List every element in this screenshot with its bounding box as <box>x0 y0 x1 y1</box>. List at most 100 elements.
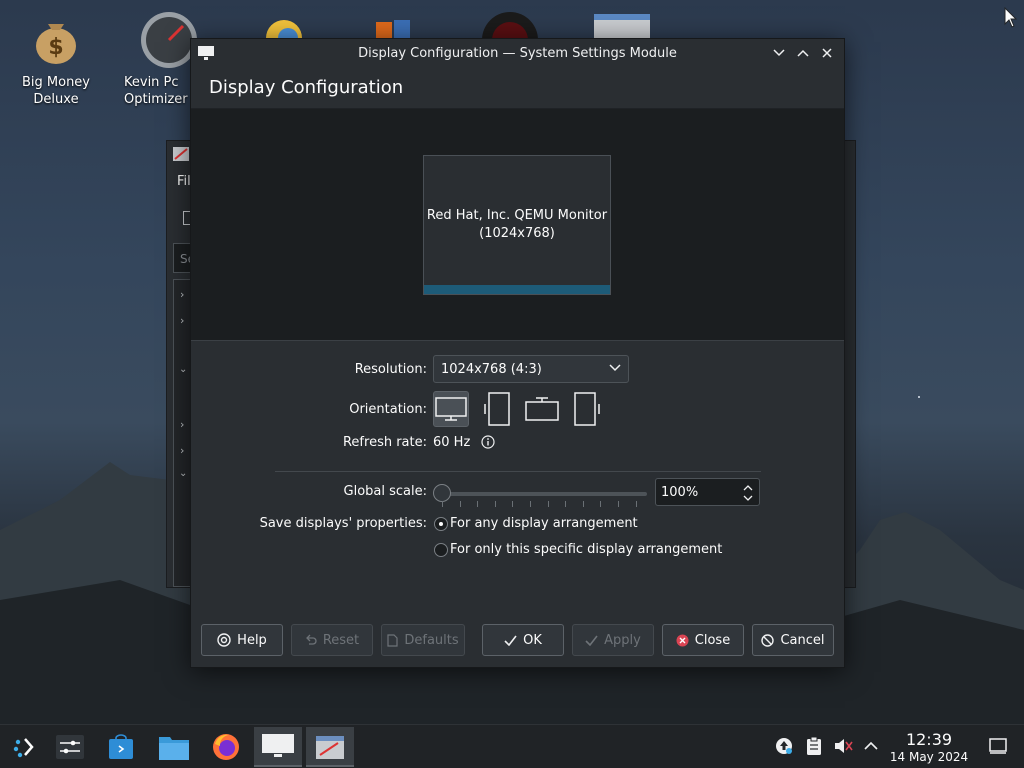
monitor-name: Red Hat, Inc. QEMU Monitor <box>426 208 608 223</box>
store-bag-icon <box>109 734 133 759</box>
cancel-button-label: Cancel <box>780 632 825 648</box>
global-scale-value: 100% <box>661 484 699 500</box>
slider-tick <box>565 501 567 507</box>
radio-any-arrangement[interactable] <box>434 517 448 531</box>
slider-handle[interactable] <box>433 484 451 502</box>
close-button-label: Close <box>694 632 731 648</box>
chevron-right-icon[interactable]: › <box>180 418 184 431</box>
button-row: Help Reset Defaults OK Apply Close Cance… <box>191 617 844 667</box>
help-button[interactable]: Help <box>201 624 283 656</box>
monitor-landscape-icon <box>435 397 467 421</box>
slider-tick <box>477 501 479 507</box>
update-notifier-icon[interactable] <box>773 735 795 757</box>
defaults-button[interactable]: Defaults <box>381 624 465 656</box>
slider-tick <box>530 501 531 507</box>
separator <box>275 471 761 472</box>
spin-arrows-icon[interactable] <box>742 482 754 504</box>
settings-form: Resolution: 1024x768 (4:3) Orientation: … <box>191 341 844 617</box>
gauge-icon <box>139 10 197 68</box>
show-desktop-icon[interactable] <box>987 735 1009 757</box>
slider-tick <box>547 501 549 507</box>
page-title: Display Configuration <box>209 77 404 98</box>
page-header: Display Configuration <box>191 67 844 109</box>
resolution-label: Resolution: <box>354 362 427 377</box>
chevron-down-icon <box>773 49 785 57</box>
save-properties-label: Save displays' properties: <box>259 516 427 531</box>
monitor-primary-bar <box>424 285 610 294</box>
money-bag-icon: $ <box>28 10 84 66</box>
maximize-button[interactable] <box>794 44 812 62</box>
file-manager-taskbar-button[interactable] <box>150 727 198 767</box>
monitor-tile[interactable]: Red Hat, Inc. QEMU Monitor (1024x768) <box>423 155 611 295</box>
window-title: Display Configuration — System Settings … <box>358 45 677 61</box>
slider-tick <box>442 501 443 507</box>
global-scale-slider[interactable] <box>441 492 647 496</box>
monitor-icon <box>262 734 294 757</box>
svg-text:$: $ <box>48 35 63 60</box>
orientation-landscape-button[interactable] <box>433 391 469 427</box>
desktop-icon-big-money[interactable]: $ Big Money Deluxe <box>11 10 101 108</box>
slider-tick <box>459 501 461 507</box>
orientation-label: Orientation: <box>349 402 427 417</box>
minimize-button[interactable] <box>770 44 788 62</box>
help-button-label: Help <box>237 632 267 648</box>
chevron-right-icon[interactable]: › <box>180 314 184 327</box>
slider-tick <box>512 501 514 507</box>
mouse-pointer-icon <box>1004 7 1018 28</box>
ok-button[interactable]: OK <box>482 624 564 656</box>
firefox-icon <box>213 734 239 760</box>
resolution-combobox[interactable]: 1024x768 (4:3) <box>433 355 629 383</box>
close-button[interactable]: Close <box>662 624 744 656</box>
volume-muted-icon[interactable] <box>832 735 854 757</box>
reset-button-label: Reset <box>322 632 360 648</box>
chevron-up-icon[interactable] <box>860 735 882 757</box>
monitor-icon <box>197 45 215 65</box>
chevron-up-icon <box>797 49 809 57</box>
radio-specific-arrangement-label[interactable]: For only this specific display arrangeme… <box>450 542 722 557</box>
cancel-icon <box>761 633 775 647</box>
close-circle-icon <box>676 634 689 646</box>
clock-date: 14 May 2024 <box>889 750 969 764</box>
undo-icon <box>305 634 317 645</box>
slider-tick <box>600 501 602 507</box>
info-icon[interactable] <box>481 435 495 453</box>
chevron-down-icon[interactable]: ⌄ <box>179 468 187 479</box>
reset-button[interactable]: Reset <box>291 624 373 656</box>
slider-tick <box>635 501 637 507</box>
title-bar[interactable]: Display Configuration — System Settings … <box>191 39 844 67</box>
apply-button[interactable]: Apply <box>572 624 654 656</box>
chevron-down-icon[interactable]: ⌄ <box>179 364 187 375</box>
radio-specific-arrangement[interactable] <box>434 543 448 557</box>
radio-any-arrangement-label[interactable]: For any display arrangement <box>450 516 638 531</box>
clipboard-icon[interactable] <box>803 735 825 757</box>
firefox-taskbar-button[interactable] <box>202 727 250 767</box>
close-window-button[interactable] <box>818 44 836 62</box>
background-app-taskbar-button[interactable] <box>306 727 354 767</box>
slider-tick <box>494 501 496 507</box>
global-scale-label: Global scale: <box>343 484 427 499</box>
desktop-icon-label: Big Money Deluxe <box>21 75 90 107</box>
clock-time: 12:39 <box>905 730 953 749</box>
orientation-portrait-right-button[interactable] <box>569 391 605 427</box>
monitor-resolution: (1024x768) <box>479 226 555 241</box>
global-scale-spinbox[interactable]: 100% <box>655 478 760 506</box>
chevron-right-icon[interactable]: › <box>180 288 184 301</box>
discover-taskbar-button[interactable] <box>97 727 145 767</box>
monitor-portrait-left-icon <box>484 392 510 426</box>
display-configuration-taskbar-button[interactable] <box>254 727 302 767</box>
display-preview-area[interactable]: Red Hat, Inc. QEMU Monitor (1024x768) <box>191 109 844 341</box>
chevron-right-icon[interactable]: › <box>180 444 184 457</box>
plasma-launcher-icon <box>13 738 34 758</box>
application-launcher-button[interactable] <box>0 727 48 767</box>
orientation-portrait-left-button[interactable] <box>479 391 515 427</box>
display-configuration-dialog[interactable]: Display Configuration — System Settings … <box>190 38 845 668</box>
menu-item-file[interactable]: Fil <box>177 174 191 189</box>
system-settings-taskbar-button[interactable] <box>46 727 94 767</box>
orientation-inverted-button[interactable] <box>524 391 560 427</box>
digital-clock[interactable]: 12:39 14 May 2024 <box>884 731 974 765</box>
taskbar: 12:39 14 May 2024 <box>0 724 1024 768</box>
slider-tick <box>618 501 619 507</box>
document-icon <box>387 633 398 647</box>
cancel-button[interactable]: Cancel <box>752 624 834 656</box>
apply-button-label: Apply <box>604 632 641 648</box>
